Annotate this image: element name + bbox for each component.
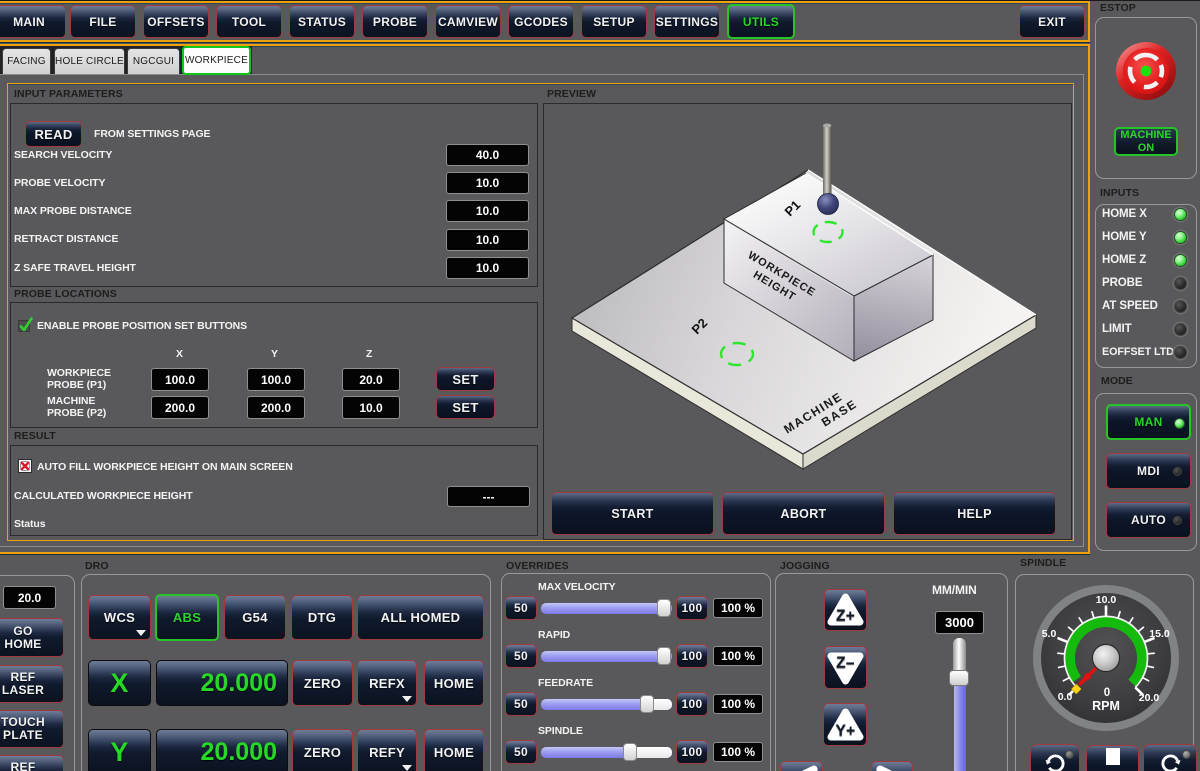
svg-text:Z–: Z– [836, 654, 855, 671]
svg-text:15.0: 15.0 [1149, 628, 1170, 640]
svg-text:Z+: Z+ [836, 608, 855, 625]
svg-text:RPM: RPM [1092, 699, 1120, 713]
svg-text:0: 0 [1104, 687, 1110, 699]
svg-text:10.0: 10.0 [1096, 594, 1117, 606]
svg-text:5.0: 5.0 [1042, 628, 1057, 640]
svg-text:0.0: 0.0 [1058, 691, 1073, 703]
svg-text:20.0: 20.0 [1139, 692, 1160, 704]
svg-text:Y+: Y+ [835, 722, 855, 739]
